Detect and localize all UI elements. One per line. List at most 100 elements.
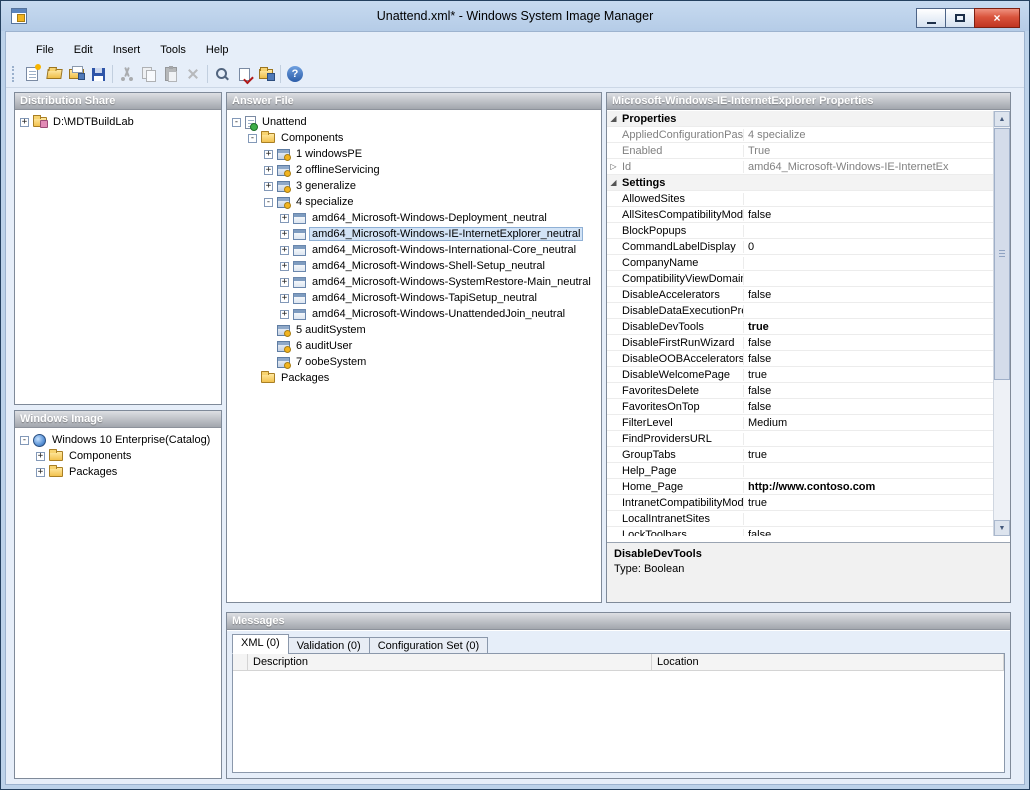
tree-item-packages[interactable]: + Packages: [36, 464, 221, 480]
tree-item-component-deployment[interactable]: + amd64_Microsoft-Windows-Deployment_neu…: [280, 210, 601, 226]
expander-icon[interactable]: +: [280, 294, 289, 303]
tree-item-component-international-core[interactable]: + amd64_Microsoft-Windows-International-…: [280, 242, 601, 258]
delete-button[interactable]: [182, 63, 204, 85]
expander-icon[interactable]: +: [264, 182, 273, 191]
help-button[interactable]: ?: [284, 63, 306, 85]
maximize-button[interactable]: [945, 8, 975, 28]
property-row-filterlevel[interactable]: FilterLevel Medium: [607, 415, 993, 431]
tree-item-component-tapisetup[interactable]: + amd64_Microsoft-Windows-TapiSetup_neut…: [280, 290, 601, 306]
property-row-blockpopups[interactable]: BlockPopups: [607, 223, 993, 239]
tree-item-pass-specialize[interactable]: - 4 specialize: [264, 194, 601, 210]
property-row-disableaccelerators[interactable]: DisableAccelerators false: [607, 287, 993, 303]
expander-icon[interactable]: +: [280, 230, 289, 239]
expander-icon[interactable]: -: [248, 134, 257, 143]
tree-item-component-ie-internetexplorer[interactable]: + amd64_Microsoft-Windows-IE-InternetExp…: [280, 226, 601, 242]
tab-validation[interactable]: Validation (0): [288, 637, 370, 654]
tree-item-component-unattendedjoin[interactable]: + amd64_Microsoft-Windows-UnattendedJoin…: [280, 306, 601, 322]
expander-icon[interactable]: +: [280, 310, 289, 319]
tree-item-pass-offlineservicing[interactable]: + 2 offlineServicing: [264, 162, 601, 178]
property-row-disableoobaccelerators[interactable]: DisableOOBAccelerators false: [607, 351, 993, 367]
property-row-localintranetsites[interactable]: LocalIntranetSites: [607, 511, 993, 527]
tree-item-pass-audituser[interactable]: 6 auditUser: [264, 338, 601, 354]
validate-answer-file-button[interactable]: [233, 63, 255, 85]
tree-item-pass-generalize[interactable]: + 3 generalize: [264, 178, 601, 194]
find-button[interactable]: [211, 63, 233, 85]
expander-icon[interactable]: +: [36, 468, 45, 477]
tree-item-unattend[interactable]: - Unattend: [232, 114, 601, 130]
expander-icon[interactable]: -: [20, 436, 29, 445]
expander-icon[interactable]: +: [280, 278, 289, 287]
property-row-disabledataexecutionprevention[interactable]: DisableDataExecutionPrevention: [607, 303, 993, 319]
expander-icon[interactable]: +: [264, 166, 273, 175]
scroll-up-button[interactable]: ▲: [994, 111, 1010, 127]
expander-icon[interactable]: -: [264, 198, 273, 207]
tab-xml[interactable]: XML (0): [232, 634, 289, 654]
tab-configuration-set[interactable]: Configuration Set (0): [369, 637, 489, 654]
expander-icon[interactable]: +: [280, 262, 289, 271]
menu-insert[interactable]: Insert: [103, 40, 151, 60]
property-category-settings[interactable]: ◢ Settings: [607, 175, 993, 191]
tree-item-pass-oobesystem[interactable]: 7 oobeSystem: [264, 354, 601, 370]
expander-icon[interactable]: -: [232, 118, 241, 127]
property-row-locktoolbars[interactable]: LockToolbars false: [607, 527, 993, 536]
property-row-allowedsites[interactable]: AllowedSites: [607, 191, 993, 207]
title-bar[interactable]: Unattend.xml* - Windows System Image Man…: [1, 1, 1029, 31]
tree-item-component-shell-setup[interactable]: + amd64_Microsoft-Windows-Shell-Setup_ne…: [280, 258, 601, 274]
toolbar-grip[interactable]: [12, 66, 15, 82]
tree-item-pass-auditsystem[interactable]: 5 auditSystem: [264, 322, 601, 338]
property-row-disabledevtools[interactable]: DisableDevTools true: [607, 319, 993, 335]
property-row-enabled[interactable]: Enabled True: [607, 143, 993, 159]
tree-item-pass-windowspe[interactable]: + 1 windowsPE: [264, 146, 601, 162]
row-collapsed-icon[interactable]: ▷: [607, 159, 620, 174]
menu-tools[interactable]: Tools: [150, 40, 196, 60]
property-row-appliedconfigurationpass[interactable]: AppliedConfigurationPass 4 specialize: [607, 127, 993, 143]
category-expanded-icon[interactable]: ◢: [607, 111, 620, 126]
property-row-compatibilityviewdomains[interactable]: CompatibilityViewDomains: [607, 271, 993, 287]
property-row-home-page[interactable]: Home_Page http://www.contoso.com: [607, 479, 993, 495]
save-answer-file-button[interactable]: [87, 63, 109, 85]
property-row-disablewelcomepage[interactable]: DisableWelcomePage true: [607, 367, 993, 383]
messages-column-description[interactable]: Description: [248, 654, 652, 670]
property-row-commandlabeldisplay[interactable]: CommandLabelDisplay 0: [607, 239, 993, 255]
paste-button[interactable]: [160, 63, 182, 85]
create-configuration-set-button[interactable]: [255, 63, 277, 85]
expander-icon[interactable]: +: [264, 150, 273, 159]
property-row-findprovidersurl[interactable]: FindProvidersURL: [607, 431, 993, 447]
property-row-id[interactable]: ▷ Id amd64_Microsoft-Windows-IE-Internet…: [607, 159, 993, 175]
new-answer-file-button[interactable]: [21, 63, 43, 85]
tree-item-components[interactable]: - Components: [248, 130, 601, 146]
menu-help[interactable]: Help: [196, 40, 239, 60]
tree-item-component-systemrestore-main[interactable]: + amd64_Microsoft-Windows-SystemRestore-…: [280, 274, 601, 290]
scrollbar-thumb[interactable]: [994, 128, 1010, 380]
messages-column-location[interactable]: Location: [652, 654, 1004, 670]
tree-item-components[interactable]: + Components: [36, 448, 221, 464]
open-distribution-share-button[interactable]: [65, 63, 87, 85]
expander-icon[interactable]: +: [280, 246, 289, 255]
property-row-help-page[interactable]: Help_Page: [607, 463, 993, 479]
property-row-favoritesdelete[interactable]: FavoritesDelete false: [607, 383, 993, 399]
tree-item-mdtbuildlab[interactable]: + D:\MDTBuildLab: [20, 114, 221, 130]
property-category-properties[interactable]: ◢ Properties: [607, 111, 993, 127]
tree-item-packages[interactable]: Packages: [248, 370, 601, 386]
expander-icon[interactable]: +: [20, 118, 29, 127]
property-row-intranetcompatibilitymode[interactable]: IntranetCompatibilityMode true: [607, 495, 993, 511]
scroll-down-button[interactable]: ▼: [994, 520, 1010, 536]
property-row-companyname[interactable]: CompanyName: [607, 255, 993, 271]
property-row-favoritesontop[interactable]: FavoritesOnTop false: [607, 399, 993, 415]
minimize-button[interactable]: [916, 8, 946, 28]
menu-file[interactable]: File: [26, 40, 64, 60]
expander-icon[interactable]: +: [280, 214, 289, 223]
tree-item-windows-image-root[interactable]: - Windows 10 Enterprise(Catalog): [20, 432, 221, 448]
open-answer-file-button[interactable]: [43, 63, 65, 85]
cut-button[interactable]: [116, 63, 138, 85]
close-button[interactable]: ×: [974, 8, 1020, 28]
category-expanded-icon[interactable]: ◢: [607, 175, 620, 190]
property-row-allsitescompatibilitymode[interactable]: AllSitesCompatibilityMode false: [607, 207, 993, 223]
properties-scrollbar[interactable]: ▲ ▼: [993, 111, 1010, 536]
messages-column-gutter[interactable]: [233, 654, 248, 670]
copy-button[interactable]: [138, 63, 160, 85]
property-row-disablefirstrunwizard[interactable]: DisableFirstRunWizard false: [607, 335, 993, 351]
property-row-grouptabs[interactable]: GroupTabs true: [607, 447, 993, 463]
expander-icon[interactable]: +: [36, 452, 45, 461]
menu-edit[interactable]: Edit: [64, 40, 103, 60]
